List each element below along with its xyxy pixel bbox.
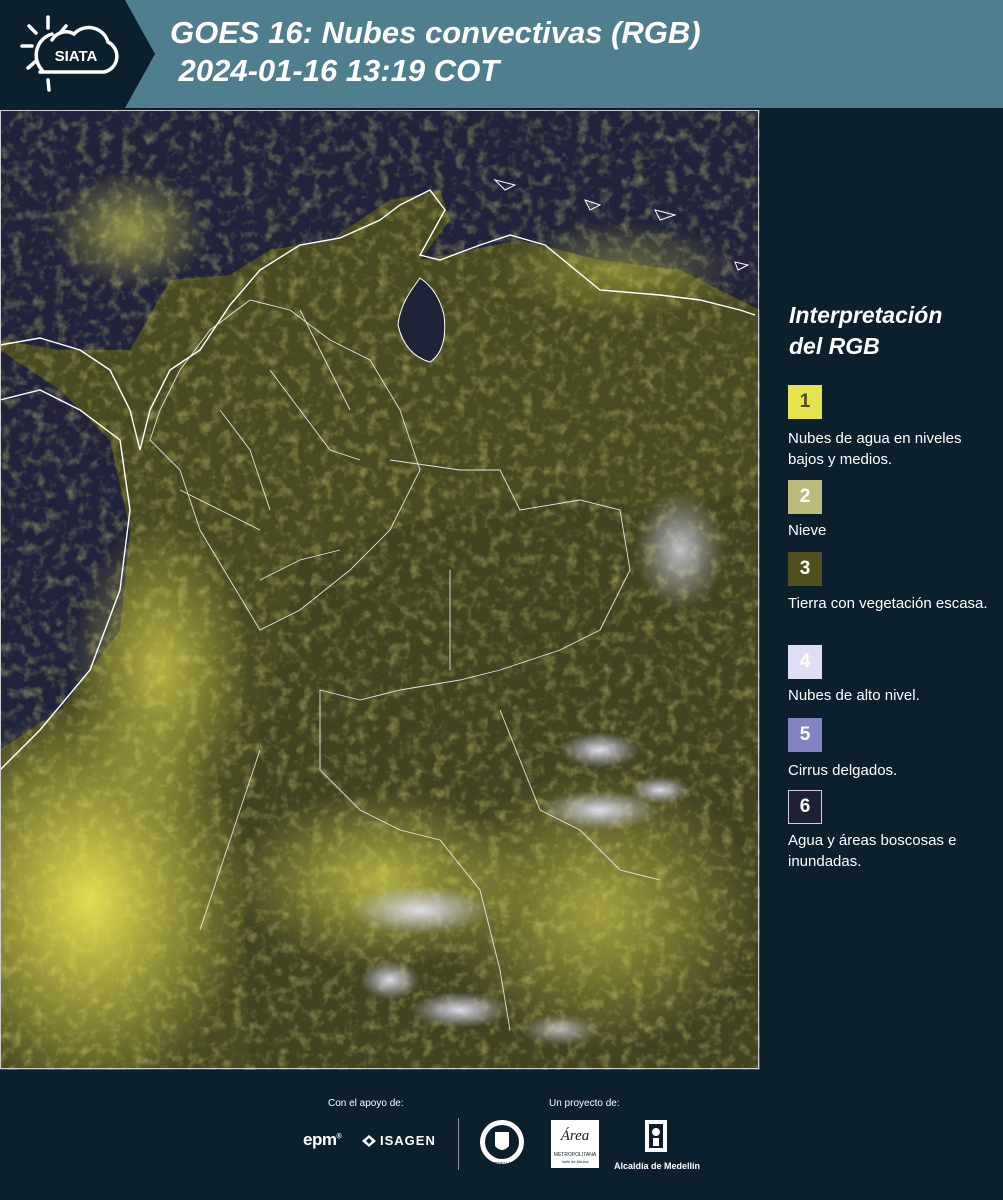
legend-label-3: Tierra con vegetación escasa. bbox=[788, 595, 988, 612]
medellin-seal-logo: MEDELLÍN bbox=[478, 1118, 526, 1175]
legend-title-line-1: Interpretación bbox=[789, 302, 943, 328]
area-metropolitana-logo: Área METROPOLITANA Valle de Aburrá bbox=[551, 1120, 599, 1168]
footer: Con el apoyo de: Un proyecto de: epm® IS… bbox=[0, 1070, 1003, 1200]
area-logo-text: Área bbox=[560, 1128, 590, 1144]
legend-swatch-1: 1 bbox=[788, 385, 822, 419]
medellin-seal-text: MEDELLÍN bbox=[491, 1160, 514, 1166]
legend-title: Interpretación del RGB bbox=[789, 300, 942, 362]
legend-swatch-4: 4 bbox=[788, 645, 822, 679]
legend-swatch-6: 6 bbox=[788, 790, 822, 824]
header-bar: SIATA GOES 16: Nubes convectivas (RGB) 2… bbox=[0, 0, 1003, 108]
isagen-mark-icon bbox=[362, 1134, 376, 1147]
title-line-2: 2024-01-16 13:19 COT bbox=[170, 53, 500, 88]
siata-logo: SIATA bbox=[0, 0, 155, 108]
legend-label-5: Cirrus delgados. bbox=[788, 762, 898, 779]
rgb-legend: Interpretación del RGB 1 Nubes de agua e… bbox=[760, 110, 1003, 1070]
legend-title-line-2: del RGB bbox=[789, 333, 880, 359]
alcaldia-logo-text: Alcaldía de Medellín bbox=[613, 1161, 701, 1171]
legend-swatch-3: 3 bbox=[788, 552, 822, 586]
area-logo-sub2: Valle de Aburrá bbox=[561, 1159, 589, 1164]
legend-swatch-5: 5 bbox=[788, 718, 822, 752]
alcaldia-medellin-logo: Alcaldía de Medellín bbox=[612, 1118, 702, 1171]
legend-label-2: Nieve bbox=[788, 522, 827, 539]
footer-divider bbox=[458, 1118, 459, 1170]
page-title: GOES 16: Nubes convectivas (RGB) 2024-01… bbox=[170, 14, 701, 90]
siata-logo-text: SIATA bbox=[55, 48, 98, 65]
support-label: Con el apoyo de: bbox=[328, 1098, 404, 1109]
epm-logo-text: epm bbox=[303, 1130, 337, 1149]
isagen-logo: ISAGEN bbox=[360, 1133, 436, 1148]
satellite-map-image bbox=[0, 110, 760, 1070]
satellite-map bbox=[0, 110, 760, 1070]
legend-label-6: Agua y áreas boscosas e inundadas. bbox=[788, 832, 957, 870]
legend-label-1: Nubes de agua en niveles bajos y medios. bbox=[788, 430, 962, 468]
area-logo-sub: METROPOLITANA bbox=[553, 1152, 597, 1158]
alcaldia-shield-icon bbox=[645, 1120, 667, 1152]
legend-swatch-2: 2 bbox=[788, 480, 822, 514]
title-line-1: GOES 16: Nubes convectivas (RGB) bbox=[170, 15, 701, 50]
legend-label-4: Nubes de alto nivel. bbox=[788, 687, 920, 704]
epm-logo: epm® bbox=[303, 1130, 342, 1149]
project-label: Un proyecto de: bbox=[549, 1098, 620, 1109]
isagen-logo-text: ISAGEN bbox=[380, 1133, 436, 1148]
